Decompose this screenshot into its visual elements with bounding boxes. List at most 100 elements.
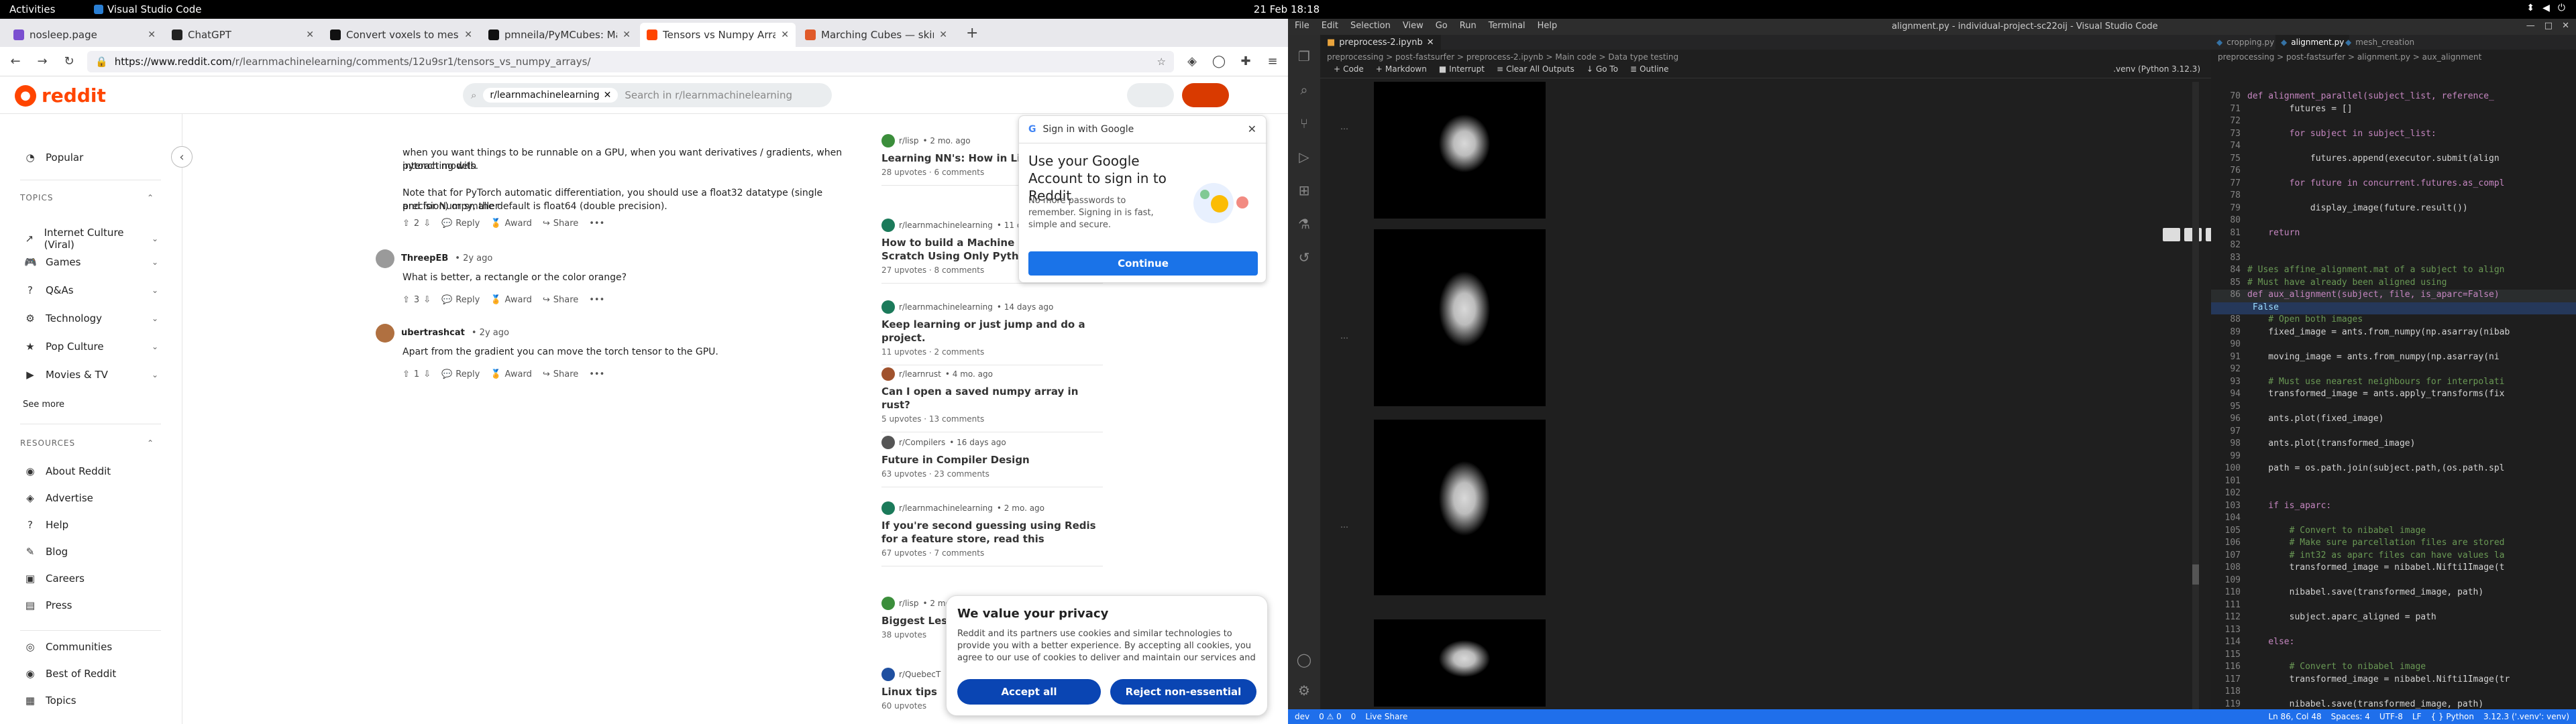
menu-icon[interactable]: ≡ [1264, 54, 1281, 68]
search-input[interactable]: ⌕ r/learnmachinelearning ✕ Search in r/le… [463, 83, 832, 107]
login-button[interactable] [1182, 83, 1229, 107]
nav-bottom-item[interactable]: ◎ Communities [24, 641, 158, 653]
notebook-toolbar-button[interactable]: ≡ Clear All Outputs [1497, 64, 1574, 74]
nav-bottom-item[interactable]: ▦ Topics [24, 695, 158, 707]
more-options-icon[interactable]: ••• [589, 368, 604, 381]
chip-close-icon[interactable]: ✕ [604, 90, 612, 101]
account-icon[interactable]: ◯ [1210, 54, 1228, 68]
reply-button[interactable]: 💬 Reply [441, 368, 480, 381]
related-post[interactable]: r/learnrust • 4 mo. ago Can I open a saved… [881, 367, 1103, 432]
forward-icon[interactable]: → [34, 54, 51, 68]
status-item[interactable]: UTF-8 [2379, 712, 2403, 721]
browser-tab[interactable]: Convert voxels to mesh ✕ [323, 23, 479, 47]
url-bar[interactable]: 🔒 https://www.reddit.com/r/learnmachinel… [87, 50, 1174, 72]
topic-item[interactable]: 🎮 Games ⌄ [24, 256, 158, 268]
close-icon[interactable]: ✕ [1248, 123, 1256, 135]
menu-item[interactable]: File [1295, 21, 1309, 31]
subreddit-name[interactable]: r/learnmachinelearning [899, 221, 993, 230]
status-item[interactable]: 3.12.3 ('.venv': venv) [2483, 712, 2569, 721]
copy-icon[interactable] [2163, 228, 2180, 241]
reply-button[interactable]: 💬 Reply [441, 294, 480, 307]
reload-icon[interactable]: ↻ [60, 54, 78, 68]
menu-item[interactable]: Help [1538, 21, 1558, 31]
avatar[interactable] [376, 324, 394, 343]
award-button[interactable]: 🏅 Award [490, 294, 532, 307]
menu-item[interactable]: Edit [1322, 21, 1338, 31]
share-button[interactable]: ↪ Share [543, 368, 578, 381]
username[interactable]: ThreepEB [401, 252, 448, 265]
back-icon[interactable]: ← [7, 54, 24, 68]
status-item[interactable]: dev [1295, 712, 1309, 721]
bookmark-star-icon[interactable]: ☆ [1157, 56, 1166, 68]
upvote-icon[interactable]: ⇧ [402, 217, 410, 231]
related-post[interactable]: r/learnmachinelearning • 14 days ago Keep … [881, 300, 1103, 365]
post-title[interactable]: Future in Compiler Design [881, 453, 1103, 467]
subreddit-name[interactable]: r/learnmachinelearning [899, 302, 993, 312]
notebook-toolbar-button[interactable]: ↓ Go To [1587, 64, 1618, 74]
status-item[interactable]: LF [2412, 712, 2422, 721]
notebook-toolbar-button[interactable]: ■ Interrupt [1439, 64, 1485, 74]
subreddit-name[interactable]: r/lisp [899, 599, 919, 608]
username[interactable]: ubertrashcat [401, 326, 465, 340]
topic-item[interactable]: ? Q&As ⌄ [24, 284, 158, 296]
post-title[interactable]: If you're second guessing using Redis fo… [881, 519, 1103, 546]
downvote-icon[interactable]: ⇩ [423, 294, 431, 307]
tab-close-icon[interactable]: ✕ [623, 29, 631, 40]
notebook-scrollbar[interactable] [2192, 82, 2199, 709]
explorer-icon[interactable]: ❐ [1296, 48, 1312, 64]
get-app-button[interactable] [1127, 83, 1174, 107]
continue-button[interactable]: Continue [1028, 251, 1258, 276]
menu-item[interactable]: Run [1460, 21, 1477, 31]
resource-item[interactable]: ▣ Careers [24, 572, 158, 585]
related-post[interactable]: r/Compilers • 16 days ago Future in Compil… [881, 436, 1103, 487]
nav-popular[interactable]: ◔ Popular [24, 152, 158, 164]
status-item[interactable]: 0 ⚠ 0 [1319, 712, 1342, 721]
live-share-icon[interactable]: ↺ [1296, 249, 1312, 265]
code-area[interactable]: 70 def alignment_parallel(subject_list, r… [2211, 91, 2576, 709]
subreddit-name[interactable]: r/lisp [899, 136, 919, 145]
browser-tab[interactable]: ChatGPT ✕ [165, 23, 321, 47]
award-button[interactable]: 🏅 Award [490, 368, 532, 381]
resource-item[interactable]: ◈ Advertise [24, 492, 158, 504]
collapse-sidebar-button[interactable]: ‹ [171, 146, 193, 168]
subreddit-name[interactable]: r/Compilers [899, 438, 945, 447]
avatar[interactable] [376, 249, 394, 268]
upvote-icon[interactable]: ⇧ [402, 294, 410, 307]
browser-tab[interactable]: Tensors vs Numpy Array ✕ [640, 23, 796, 47]
more-options-icon[interactable]: ••• [589, 294, 604, 307]
tab-close-icon[interactable]: ✕ [781, 29, 789, 40]
related-post[interactable]: r/learnmachinelearning • 2 mo. ago If you'… [881, 501, 1103, 566]
accept-all-button[interactable]: Accept all [957, 679, 1101, 705]
status-item[interactable]: { } Python [2431, 712, 2475, 721]
subreddit-name[interactable]: r/learnrust [899, 369, 941, 379]
reply-button[interactable]: 💬 Reply [441, 217, 480, 231]
close-icon[interactable]: ✕ [2562, 21, 2569, 31]
pocket-icon[interactable]: ◈ [1183, 54, 1201, 68]
resource-item[interactable]: ✎ Blog [24, 546, 158, 558]
editor-tab[interactable]: ◆ mesh_creation [2340, 35, 2420, 50]
nav-bottom-item[interactable]: ◉ Best of Reddit [24, 668, 158, 680]
settings-gear-icon[interactable]: ⚙ [1296, 682, 1312, 699]
run-debug-icon[interactable]: ▷ [1296, 149, 1312, 165]
post-title[interactable]: Keep learning or just jump and do a proj… [881, 318, 1103, 345]
award-button[interactable]: 🏅 Award [490, 217, 532, 231]
notebook-toolbar-button[interactable]: + Code [1334, 64, 1364, 74]
tab-close-icon[interactable]: ✕ [148, 29, 156, 40]
menu-item[interactable]: Selection [1350, 21, 1391, 31]
subreddit-chip[interactable]: r/learnmachinelearning ✕ [483, 88, 619, 103]
clock[interactable]: 21 Feb 18:18 [1254, 3, 1320, 15]
extensions-icon[interactable]: ✚ [1237, 54, 1254, 68]
status-item[interactable]: Live Share [1365, 712, 1407, 721]
extensions-icon[interactable]: ⊞ [1296, 182, 1312, 198]
menu-item[interactable]: Terminal [1489, 21, 1525, 31]
menu-item[interactable]: Go [1436, 21, 1448, 31]
status-item[interactable]: 0 [1351, 712, 1356, 721]
topic-item[interactable]: ★ Pop Culture ⌄ [24, 341, 158, 353]
subreddit-name[interactable]: r/learnmachinelearning [899, 503, 993, 513]
status-item[interactable]: Ln 86, Col 48 [2268, 712, 2321, 721]
upvote-icon[interactable]: ⇧ [402, 368, 410, 381]
source-control-icon[interactable]: ⑂ [1296, 115, 1312, 131]
resource-item[interactable]: ▤ Press [24, 599, 158, 611]
new-tab-button[interactable]: + [957, 25, 987, 47]
account-icon[interactable]: ◯ [1296, 652, 1312, 668]
